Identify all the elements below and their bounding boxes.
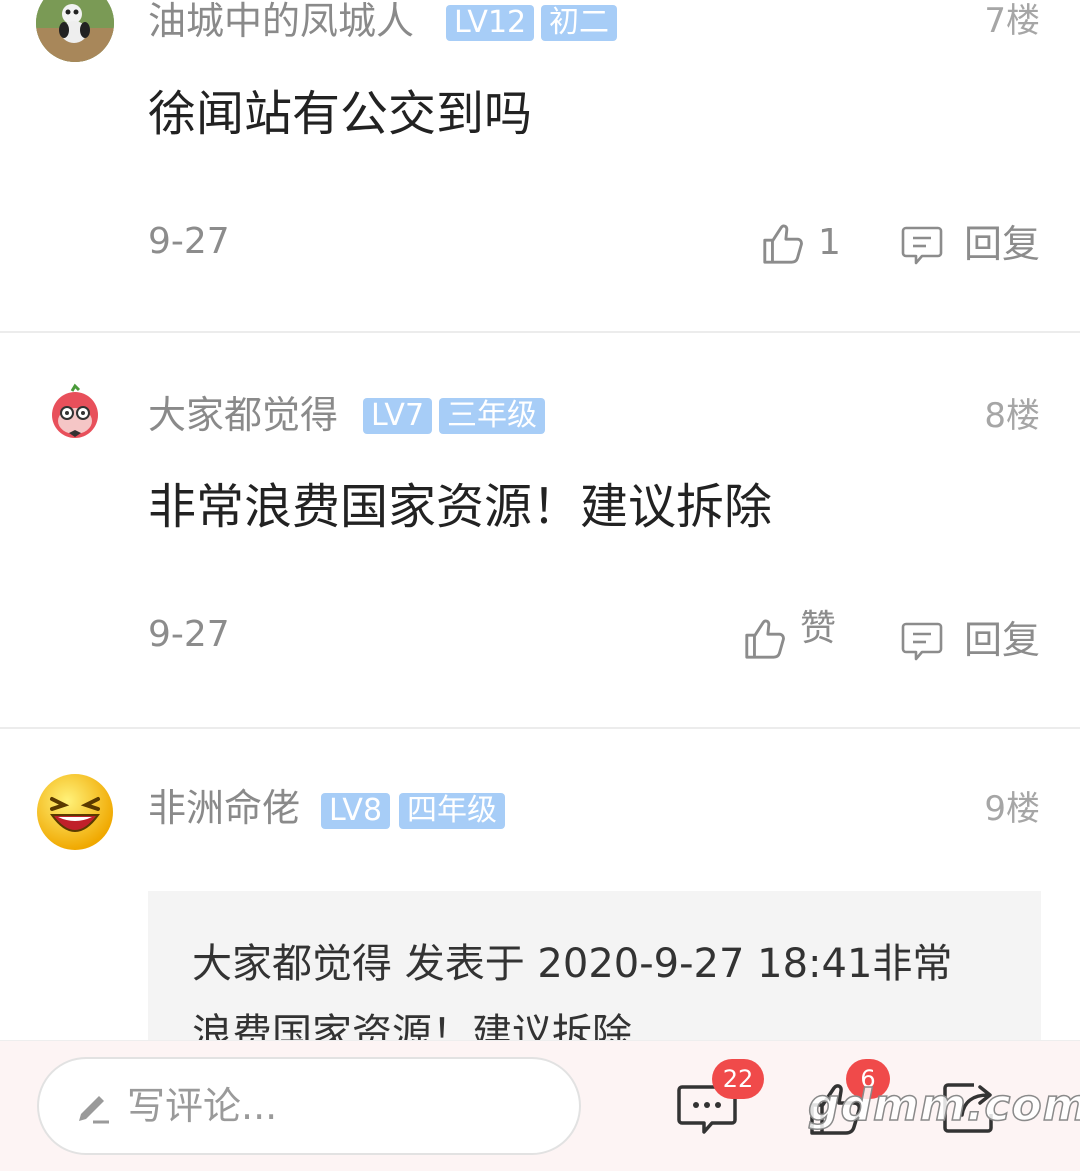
comment-date: 9-27 <box>148 221 230 262</box>
avatar[interactable] <box>36 773 114 851</box>
comment-content: 徐闻站有公交到吗 <box>148 86 533 142</box>
avatar-photo-icon <box>36 0 114 62</box>
comment-count-badge: 22 <box>712 1059 764 1099</box>
reply-button[interactable]: 回复 <box>900 222 1040 266</box>
comment-input[interactable] <box>127 1084 547 1128</box>
username[interactable]: 油城中的凤城人 <box>148 2 414 40</box>
reply-label: 回复 <box>963 618 1040 662</box>
comment-date: 9-27 <box>148 614 230 655</box>
like-count: 1 <box>818 222 841 263</box>
comment-input-box[interactable] <box>37 1057 581 1155</box>
level-badge: LV7 <box>363 398 433 434</box>
floor-number: 7楼 <box>984 1 1040 41</box>
floor-number: 8楼 <box>984 396 1040 436</box>
reply-label: 回复 <box>963 222 1040 266</box>
reply-button[interactable]: 回复 <box>900 618 1040 662</box>
avatar[interactable] <box>36 379 114 457</box>
watermark: gdmm.com <box>807 1080 1080 1131</box>
reply-bubble-icon <box>901 622 943 661</box>
like-button[interactable]: 赞 <box>742 611 836 661</box>
grade-badge: 三年级 <box>439 398 545 434</box>
grade-badge: 初二 <box>541 5 617 41</box>
grade-badge: 四年级 <box>399 793 505 829</box>
username[interactable]: 非洲命佬 <box>148 789 300 827</box>
reply-bubble-icon <box>901 226 943 265</box>
post-item: 大家都觉得 LV7 三年级 8楼 非常浪费国家资源！建议拆除 9-27 赞 回复 <box>0 333 1080 727</box>
avatar-cartoon-icon <box>52 383 98 438</box>
comment-content: 非常浪费国家资源！建议拆除 <box>148 479 773 535</box>
thumbs-up-icon <box>763 224 803 264</box>
comments-button[interactable]: 22 <box>676 1059 764 1139</box>
level-badge: LV8 <box>321 793 391 829</box>
username[interactable]: 大家都觉得 <box>148 396 338 434</box>
level-badge: LV12 <box>446 5 535 41</box>
like-button[interactable]: 1 <box>760 220 841 266</box>
floor-number: 9楼 <box>984 789 1040 829</box>
avatar[interactable] <box>36 0 114 62</box>
avatar-laughing-emoji-icon <box>37 774 113 850</box>
thumbs-up-icon <box>745 619 785 659</box>
post-item: 油城中的凤城人 LV12 初二 7楼 徐闻站有公交到吗 9-27 1 回复 <box>0 0 1080 331</box>
like-label: 赞 <box>800 608 837 649</box>
pencil-icon <box>79 1096 109 1124</box>
